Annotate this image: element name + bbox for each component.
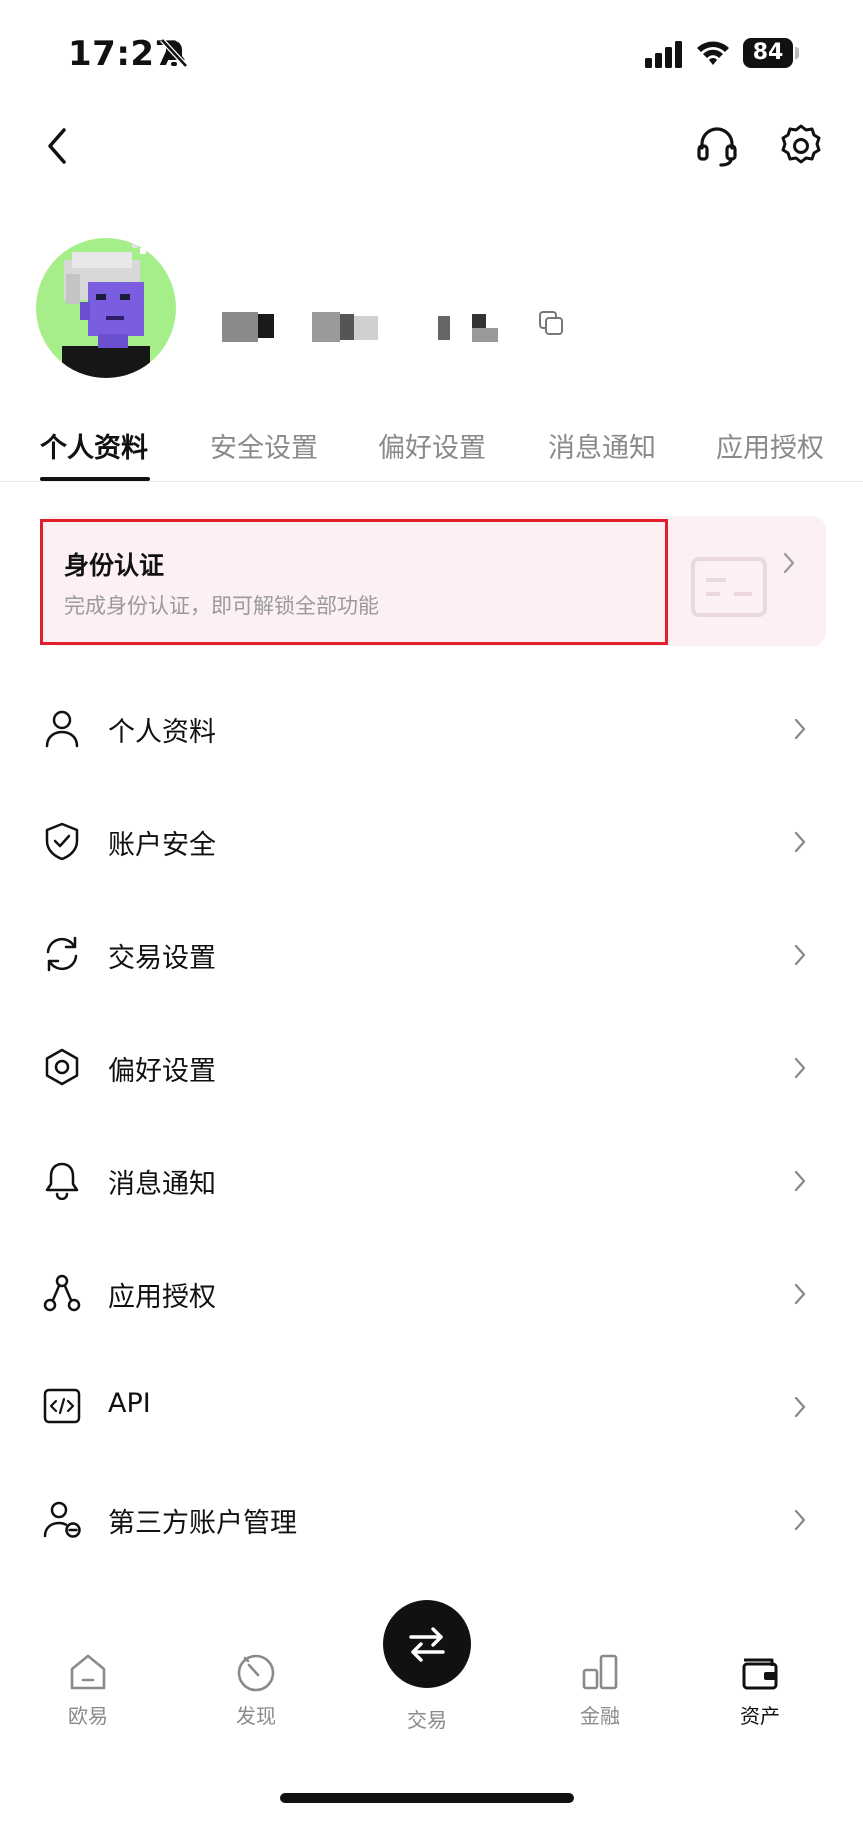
tab-notifications[interactable]: 消息通知 — [548, 426, 656, 465]
signal-icon — [645, 41, 682, 68]
battery-indicator: 84 — [743, 38, 793, 68]
active-tab-indicator — [40, 477, 150, 481]
id-card-icon — [691, 557, 767, 617]
headset-support-icon[interactable] — [693, 122, 741, 170]
chevron-right-icon — [794, 831, 806, 853]
menu-item-label: 个人资料 — [108, 717, 216, 748]
menu-item-personal-info[interactable]: 个人资料 — [0, 678, 863, 778]
username-redacted — [222, 312, 498, 342]
back-arrow-icon[interactable] — [38, 124, 78, 168]
gear-icon[interactable] — [777, 122, 825, 170]
bell-icon — [45, 1162, 79, 1200]
discover-icon — [237, 1654, 275, 1692]
bell-mute-icon — [160, 38, 188, 68]
copy-icon[interactable] — [538, 310, 564, 336]
menu-item-third-party-accounts[interactable]: 第三方账户管理 — [0, 1469, 863, 1569]
sync-icon — [46, 936, 78, 972]
identity-verification-highlight — [40, 519, 668, 645]
tab-security-settings[interactable]: 安全设置 — [210, 426, 318, 465]
swap-icon — [409, 1627, 445, 1662]
nav-item-finance[interactable]: 金融 — [540, 1650, 660, 1760]
wallet-icon — [742, 1658, 778, 1690]
menu-item-label: 应用授权 — [108, 1282, 216, 1313]
home-icon — [70, 1654, 106, 1690]
trade-button[interactable] — [383, 1600, 471, 1688]
battery-tip — [795, 47, 799, 59]
menu-item-label: 账户安全 — [108, 830, 216, 861]
person-minus-icon — [43, 1501, 81, 1538]
nav-item-discover[interactable]: 发现 — [196, 1650, 316, 1760]
nodes-icon — [43, 1274, 81, 1312]
menu-item-app-authorization[interactable]: 应用授权 — [0, 1243, 863, 1343]
nav-label: 发现 — [236, 1704, 276, 1728]
nav-label: 欧易 — [68, 1704, 108, 1728]
chevron-right-icon — [794, 1509, 806, 1531]
menu-item-label: 第三方账户管理 — [108, 1508, 297, 1539]
nav-label: 金融 — [580, 1704, 620, 1728]
menu-item-label: 交易设置 — [108, 943, 216, 974]
chevron-right-icon — [783, 552, 795, 574]
nav-label: 资产 — [740, 1704, 780, 1728]
tab-preference-settings[interactable]: 偏好设置 — [378, 426, 486, 465]
chevron-right-icon — [794, 1057, 806, 1079]
tab-personal-info[interactable]: 个人资料 — [40, 426, 148, 465]
nav-item-assets[interactable]: 资产 — [700, 1650, 820, 1760]
status-bar: 17:27 84 — [0, 0, 863, 110]
identity-verification-subtitle: 完成身份认证，即可解锁全部功能 — [64, 594, 379, 618]
chevron-right-icon — [794, 718, 806, 740]
menu-item-label: 偏好设置 — [108, 1056, 216, 1087]
hexagon-settings-icon — [45, 1048, 79, 1086]
chevron-right-icon — [794, 1396, 806, 1418]
menu-item-account-security[interactable]: 账户安全 — [0, 791, 863, 891]
home-indicator — [280, 1793, 574, 1803]
chevron-right-icon — [794, 1283, 806, 1305]
finance-icon — [582, 1654, 618, 1690]
avatar[interactable] — [36, 238, 176, 378]
person-icon — [45, 710, 79, 748]
menu-item-label: 消息通知 — [108, 1169, 216, 1200]
menu-item-api[interactable]: API — [0, 1356, 863, 1456]
shield-check-icon — [45, 822, 79, 861]
code-icon — [43, 1388, 81, 1424]
menu-item-trade-settings[interactable]: 交易设置 — [0, 904, 863, 1004]
chevron-right-icon — [794, 944, 806, 966]
profile-tabs: 个人资料 安全设置 偏好设置 消息通知 应用授权 — [0, 420, 863, 482]
menu-item-preference-settings[interactable]: 偏好设置 — [0, 1017, 863, 1117]
menu-item-label: API — [108, 1388, 151, 1419]
pixel-avatar-image — [62, 242, 150, 378]
nav-label-trade: 交易 — [407, 1708, 447, 1732]
tab-app-authorization[interactable]: 应用授权 — [716, 426, 824, 465]
menu-item-notifications[interactable]: 消息通知 — [0, 1130, 863, 1230]
wifi-icon — [697, 41, 729, 65]
identity-verification-title: 身份认证 — [64, 551, 165, 580]
chevron-right-icon — [794, 1170, 806, 1192]
nav-item-home[interactable]: 欧易 — [28, 1650, 148, 1760]
